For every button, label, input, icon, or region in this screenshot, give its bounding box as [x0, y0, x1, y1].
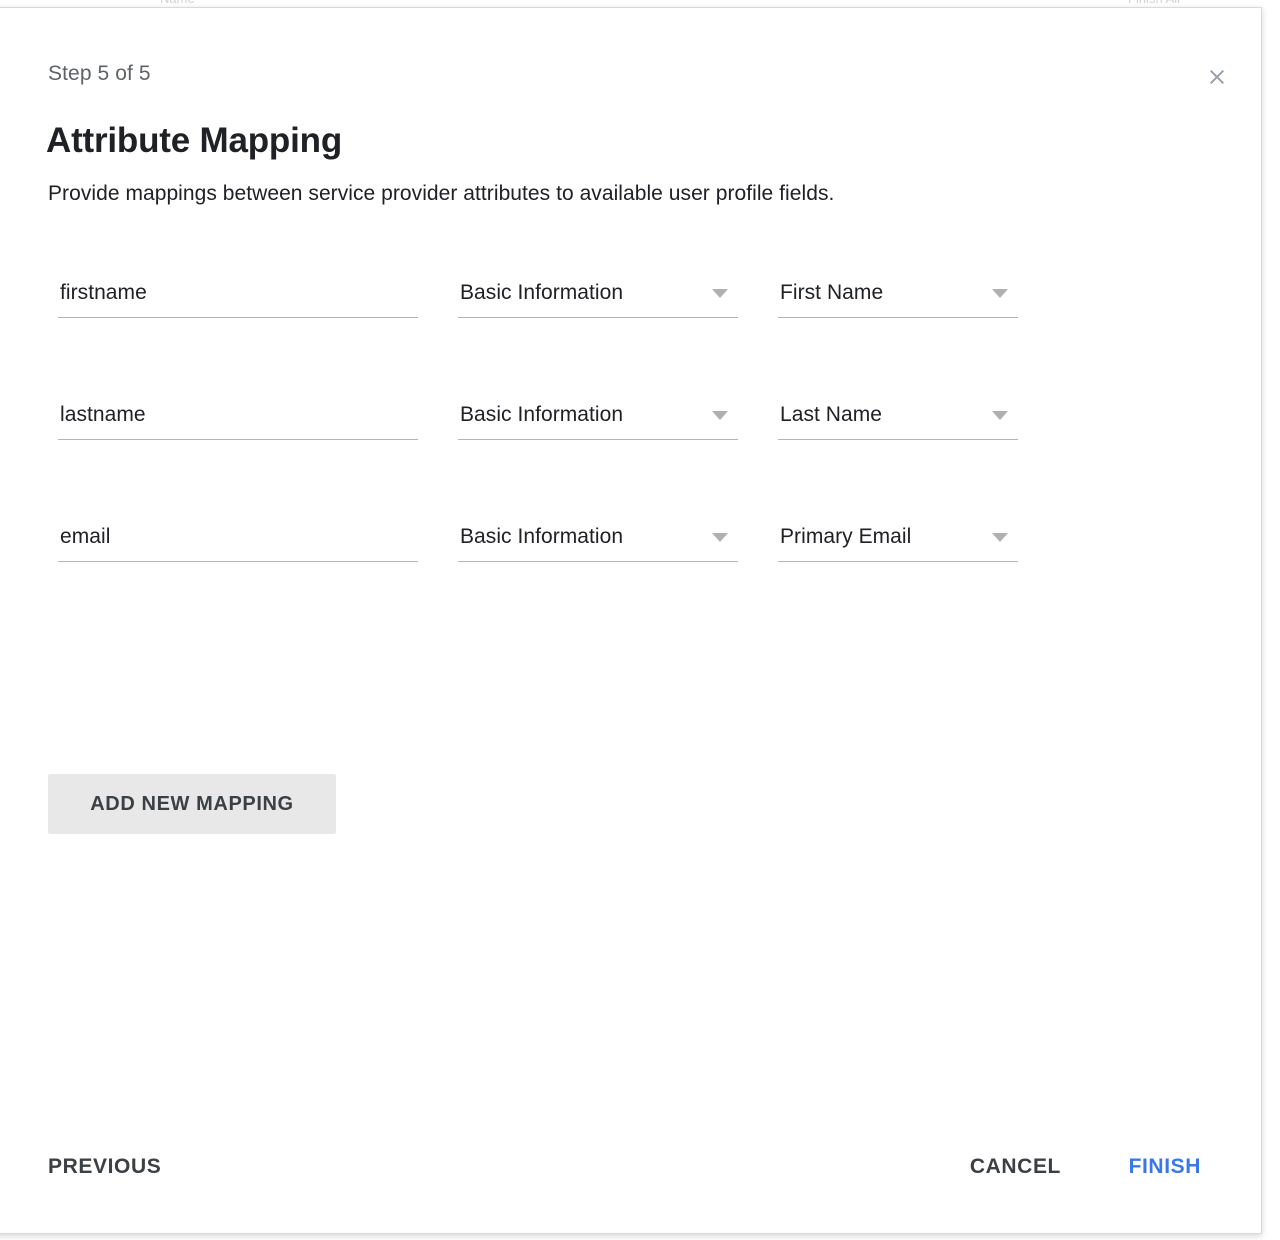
- previous-button[interactable]: PREVIOUS: [40, 1145, 169, 1189]
- mapping-row: firstname Basic Information First Name: [0, 260, 1261, 382]
- profile-category-select[interactable]: Basic Information: [458, 260, 738, 318]
- attribute-name-value: firstname: [60, 281, 147, 305]
- dialog-footer: PREVIOUS CANCEL FINISH: [0, 1123, 1261, 1233]
- page-title: Attribute Mapping: [46, 121, 342, 161]
- profile-field-value: First Name: [780, 281, 883, 305]
- background-ghost-text-left: Name: [160, 0, 195, 6]
- profile-field-value: Last Name: [780, 403, 882, 427]
- attribute-name-value: email: [60, 525, 110, 549]
- profile-field-value: Primary Email: [780, 525, 911, 549]
- chevron-down-icon: [992, 411, 1008, 420]
- dialog-description: Provide mappings between service provide…: [48, 182, 834, 206]
- profile-category-value: Basic Information: [460, 281, 623, 305]
- profile-field-select[interactable]: First Name: [778, 260, 1018, 318]
- background-ghost-text-right: Finish All: [1128, 0, 1180, 6]
- attribute-name-input[interactable]: email: [58, 504, 418, 562]
- profile-field-select[interactable]: Primary Email: [778, 504, 1018, 562]
- cancel-button[interactable]: CANCEL: [962, 1145, 1069, 1189]
- chevron-down-icon: [712, 533, 728, 542]
- mapping-row: email Basic Information Primary Email: [0, 504, 1261, 626]
- chevron-down-icon: [712, 411, 728, 420]
- chevron-down-icon: [712, 289, 728, 298]
- chevron-down-icon: [992, 289, 1008, 298]
- add-new-mapping-button[interactable]: ADD NEW MAPPING: [48, 774, 336, 834]
- step-indicator: Step 5 of 5: [48, 62, 151, 86]
- attribute-name-input[interactable]: lastname: [58, 382, 418, 440]
- mapping-list: firstname Basic Information First Name l…: [0, 260, 1261, 626]
- attribute-name-input[interactable]: firstname: [58, 260, 418, 318]
- profile-category-select[interactable]: Basic Information: [458, 504, 738, 562]
- profile-category-value: Basic Information: [460, 525, 623, 549]
- finish-button[interactable]: FINISH: [1121, 1145, 1209, 1189]
- attribute-name-value: lastname: [60, 403, 146, 427]
- close-icon[interactable]: [1196, 56, 1238, 98]
- profile-category-select[interactable]: Basic Information: [458, 382, 738, 440]
- attribute-mapping-dialog: Step 5 of 5 Attribute Mapping Provide ma…: [0, 7, 1262, 1234]
- mapping-row: lastname Basic Information Last Name: [0, 382, 1261, 504]
- chevron-down-icon: [992, 533, 1008, 542]
- profile-field-select[interactable]: Last Name: [778, 382, 1018, 440]
- profile-category-value: Basic Information: [460, 403, 623, 427]
